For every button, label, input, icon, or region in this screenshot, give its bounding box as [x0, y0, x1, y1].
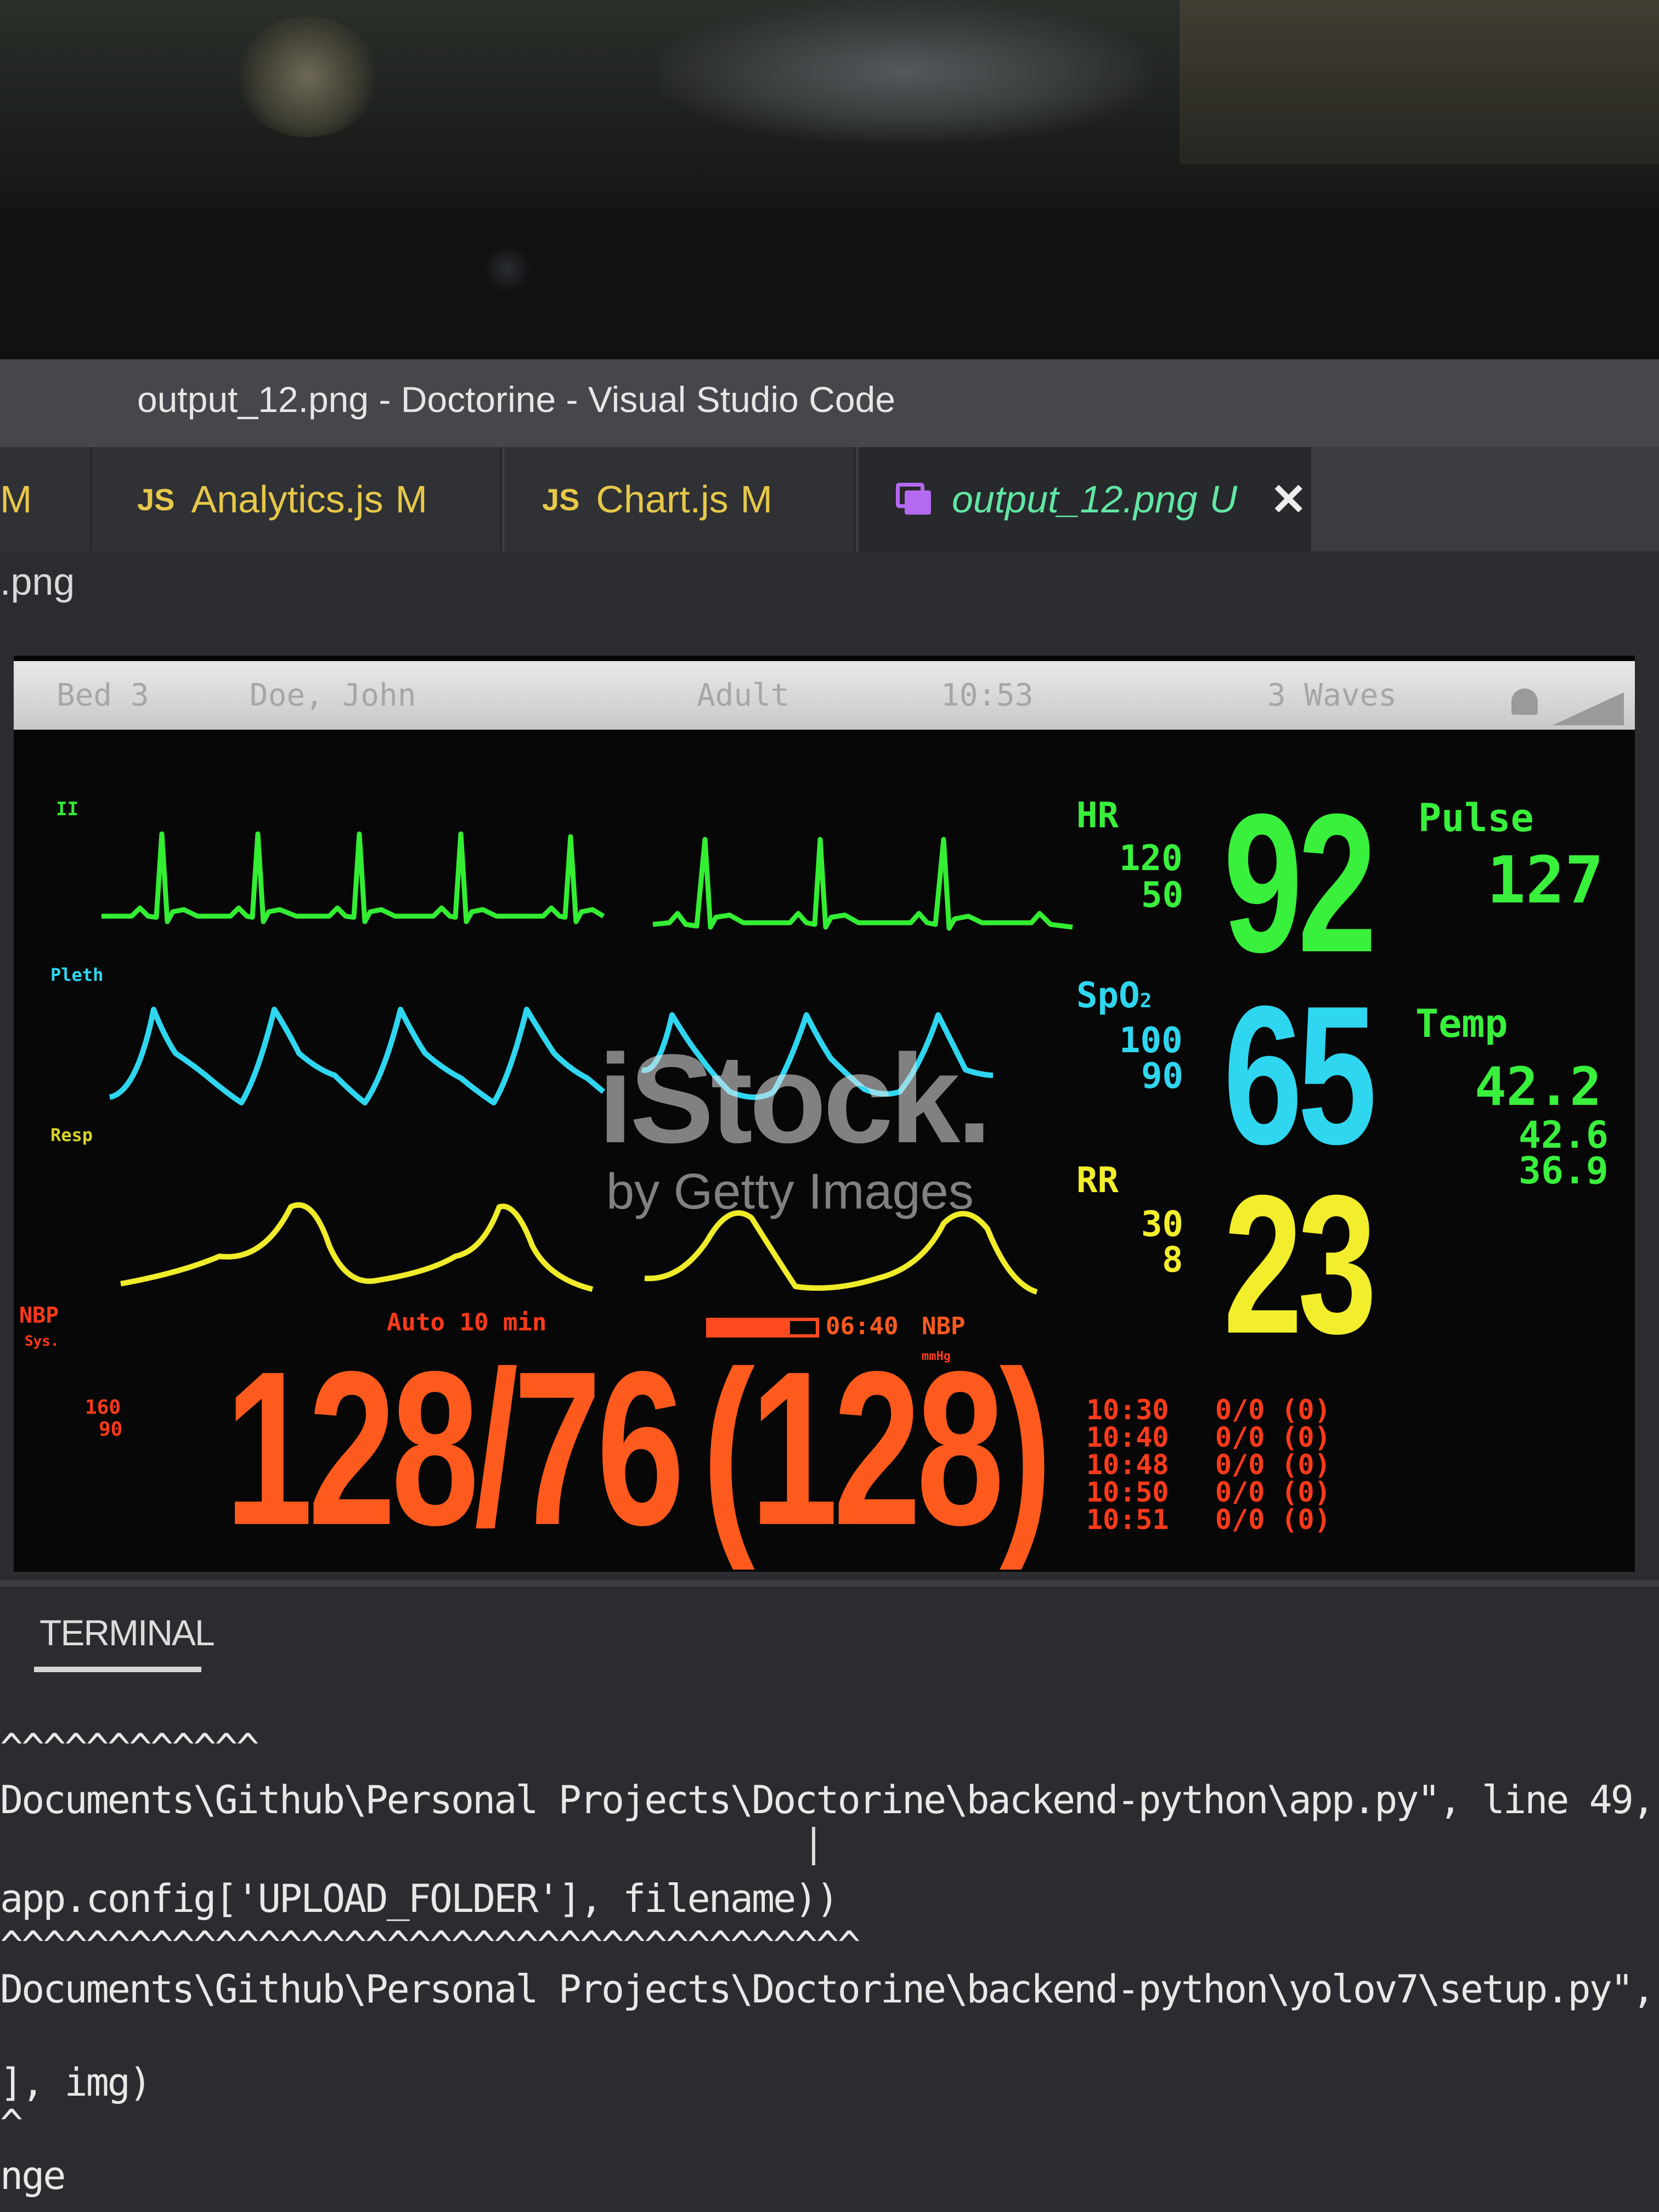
- nbp-history-time: 10:30: [1086, 1394, 1169, 1426]
- hr-alarm-high: 120: [1119, 838, 1183, 879]
- nbp-alarm-high: 160: [85, 1396, 121, 1419]
- pulse-value: 127: [1487, 842, 1604, 918]
- nbp-history-time: 10:50: [1086, 1476, 1169, 1508]
- spo2-label-subscript: 2: [1139, 990, 1152, 1012]
- temp-value: 42.2: [1475, 1056, 1602, 1118]
- temp-value-3: 36.9: [1519, 1149, 1609, 1193]
- resp-waveform: [120, 1202, 594, 1292]
- pulse-label: Pulse: [1418, 795, 1534, 840]
- rr-alarm-low: 8: [1162, 1240, 1183, 1280]
- temp-label: Temp: [1415, 1001, 1508, 1046]
- spo2-label-text: SpO: [1076, 975, 1140, 1016]
- terminal-line: Documents\Github\Personal Projects\Docto…: [0, 1778, 1655, 1822]
- ecg-waveform: [652, 837, 1073, 931]
- nbp-history-time: 10:51: [1086, 1504, 1169, 1536]
- text-cursor: [812, 1827, 815, 1865]
- panel-divider[interactable]: [0, 1580, 1659, 1587]
- nbp-history-value: 0/0 (0): [1215, 1394, 1331, 1426]
- nbp-label: NBP: [19, 1303, 59, 1328]
- tab-terminal[interactable]: TERMINAL: [40, 1612, 215, 1654]
- nbp-history-time: 10:48: [1086, 1449, 1169, 1481]
- getty-watermark: by Getty Images: [606, 1164, 974, 1220]
- rr-label: RR: [1076, 1160, 1119, 1201]
- ecg-waveform: [101, 831, 605, 924]
- terminal-line: ], img): [0, 2060, 152, 2105]
- rr-alarm-high: 30: [1141, 1204, 1184, 1245]
- hr-alarm-low: 50: [1141, 875, 1184, 916]
- hr-label: HR: [1076, 795, 1119, 836]
- spo2-alarm-high: 100: [1119, 1020, 1183, 1061]
- nbp-mean: (128): [702, 1325, 1052, 1571]
- spo2-label: SpO2: [1076, 975, 1152, 1016]
- resp-waveform: [644, 1210, 1038, 1295]
- terminal-line: nge: [0, 2153, 66, 2198]
- nbp-history-value: 0/0 (0): [1215, 1449, 1331, 1481]
- nbp-alarm-low: 90: [99, 1418, 123, 1441]
- spo2-value: 65: [1223, 965, 1377, 1186]
- active-tab-indicator: [34, 1667, 201, 1672]
- ecg-lead-label: II: [56, 798, 78, 820]
- nbp-history-time: 10:40: [1086, 1421, 1169, 1453]
- rr-value: 23: [1223, 1154, 1377, 1375]
- pleth-waveform: [109, 1007, 606, 1105]
- terminal-line: ^^^^^^^^^^^^: [0, 1725, 259, 1770]
- terminal-line: app.config['UPLOAD_FOLDER'], filename)): [0, 1876, 839, 1921]
- nbp-value: 128/76: [225, 1325, 685, 1571]
- terminal-line: ^: [0, 2101, 23, 2146]
- nbp-history-value: 0/0 (0): [1215, 1476, 1331, 1508]
- hr-value: 92: [1223, 773, 1377, 994]
- nbp-sub-label: Sys.: [25, 1333, 59, 1350]
- pleth-label: Pleth: [50, 964, 104, 985]
- istock-watermark: iStock.: [598, 1028, 992, 1169]
- resp-label: Resp: [50, 1125, 93, 1146]
- terminal-line: ^^^^^^^^^^^^^^^^^^^^^^^^^^^^^^^^^^^^^^^^: [0, 1923, 861, 1968]
- terminal-line: Documents\Github\Personal Projects\Docto…: [0, 1967, 1655, 2012]
- spo2-alarm-low: 90: [1141, 1056, 1184, 1097]
- nbp-history-value: 0/0 (0): [1215, 1421, 1331, 1453]
- nbp-history-value: 0/0 (0): [1215, 1504, 1331, 1536]
